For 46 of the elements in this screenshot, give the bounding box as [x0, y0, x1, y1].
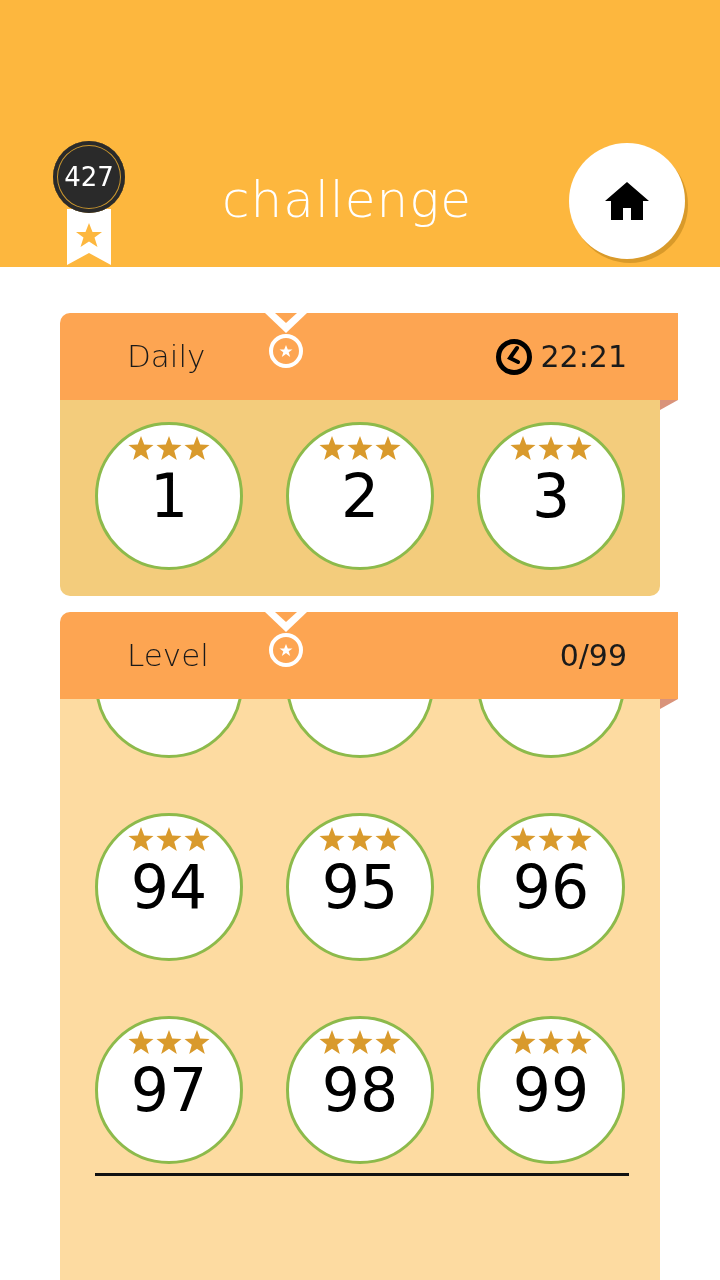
star-icon	[347, 436, 373, 461]
star-icon	[156, 827, 182, 852]
star-icon	[156, 436, 182, 461]
home-icon	[605, 182, 649, 220]
fold-corner	[660, 400, 678, 410]
clock-icon	[494, 337, 533, 376]
star-icon	[156, 1030, 182, 1055]
star-icon	[347, 1030, 373, 1055]
star-icon	[128, 827, 154, 852]
level-button[interactable]: 1	[95, 422, 243, 570]
level-button[interactable]: 96	[477, 813, 625, 961]
timer-text: 22:21	[540, 338, 627, 376]
star-icon	[184, 827, 210, 852]
star-icon	[375, 436, 401, 461]
score-badge: 427	[53, 141, 125, 213]
star-icon	[510, 436, 536, 461]
star-icon	[375, 1030, 401, 1055]
star-icon	[510, 827, 536, 852]
level-button[interactable]: 99	[477, 1016, 625, 1164]
star-icon	[128, 1030, 154, 1055]
star-icon	[319, 436, 345, 461]
star-icon	[538, 1030, 564, 1055]
star-icon	[566, 827, 592, 852]
star-icon	[184, 436, 210, 461]
section-title: Level	[127, 636, 210, 676]
section-title: Daily	[127, 337, 207, 377]
level-button[interactable]: 98	[286, 1016, 434, 1164]
star-icon	[566, 436, 592, 461]
star-icon	[566, 1030, 592, 1055]
star-icon	[510, 1030, 536, 1055]
star-icon	[184, 1030, 210, 1055]
level-button[interactable]: 95	[286, 813, 434, 961]
star-icon	[347, 827, 373, 852]
screen-title: challenge	[221, 170, 473, 231]
star-icon	[319, 827, 345, 852]
level-button[interactable]: 3	[477, 422, 625, 570]
fold-corner	[660, 699, 678, 709]
star-icon	[538, 436, 564, 461]
star-icon	[538, 827, 564, 852]
progress-count: 0/99	[559, 637, 627, 675]
star-icon	[128, 436, 154, 461]
level-button[interactable]: 2	[286, 422, 434, 570]
star-icon	[319, 1030, 345, 1055]
star-icon	[375, 827, 401, 852]
level-button[interactable]: 94	[95, 813, 243, 961]
level-button[interactable]: 97	[95, 1016, 243, 1164]
